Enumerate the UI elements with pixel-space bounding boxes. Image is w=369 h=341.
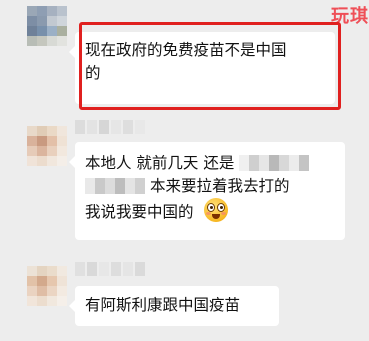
avatar-blurred[interactable] bbox=[27, 126, 67, 166]
message-text: 有阿斯利康跟中国疫苗 bbox=[85, 296, 241, 314]
highlight-box bbox=[79, 22, 341, 110]
avatar-blurred[interactable] bbox=[27, 6, 67, 46]
redacted-mosaic bbox=[85, 178, 145, 194]
message-bubble[interactable]: 本地人 就前几天 还是 本来要拉着我去打的 我说我要中国的 bbox=[69, 142, 345, 240]
message-bubble[interactable]: 有阿斯利康跟中国疫苗 bbox=[69, 286, 279, 326]
redacted-mosaic bbox=[239, 155, 310, 171]
flushed-face-emoji bbox=[204, 198, 229, 222]
sender-name-blurred bbox=[75, 120, 145, 134]
avatar-blurred[interactable] bbox=[27, 266, 67, 306]
message-text: 我说我要中国的 bbox=[85, 203, 194, 221]
message-text: 本来要拉着我去打的 bbox=[149, 177, 290, 195]
message-line: 本地人 就前几天 还是 bbox=[85, 152, 335, 175]
message-line: 我说我要中国的 bbox=[85, 198, 335, 224]
message-line: 本来要拉着我去打的 bbox=[85, 175, 335, 198]
sender-name-blurred bbox=[75, 262, 145, 276]
message-text: 本地人 就前几天 还是 bbox=[85, 154, 235, 172]
